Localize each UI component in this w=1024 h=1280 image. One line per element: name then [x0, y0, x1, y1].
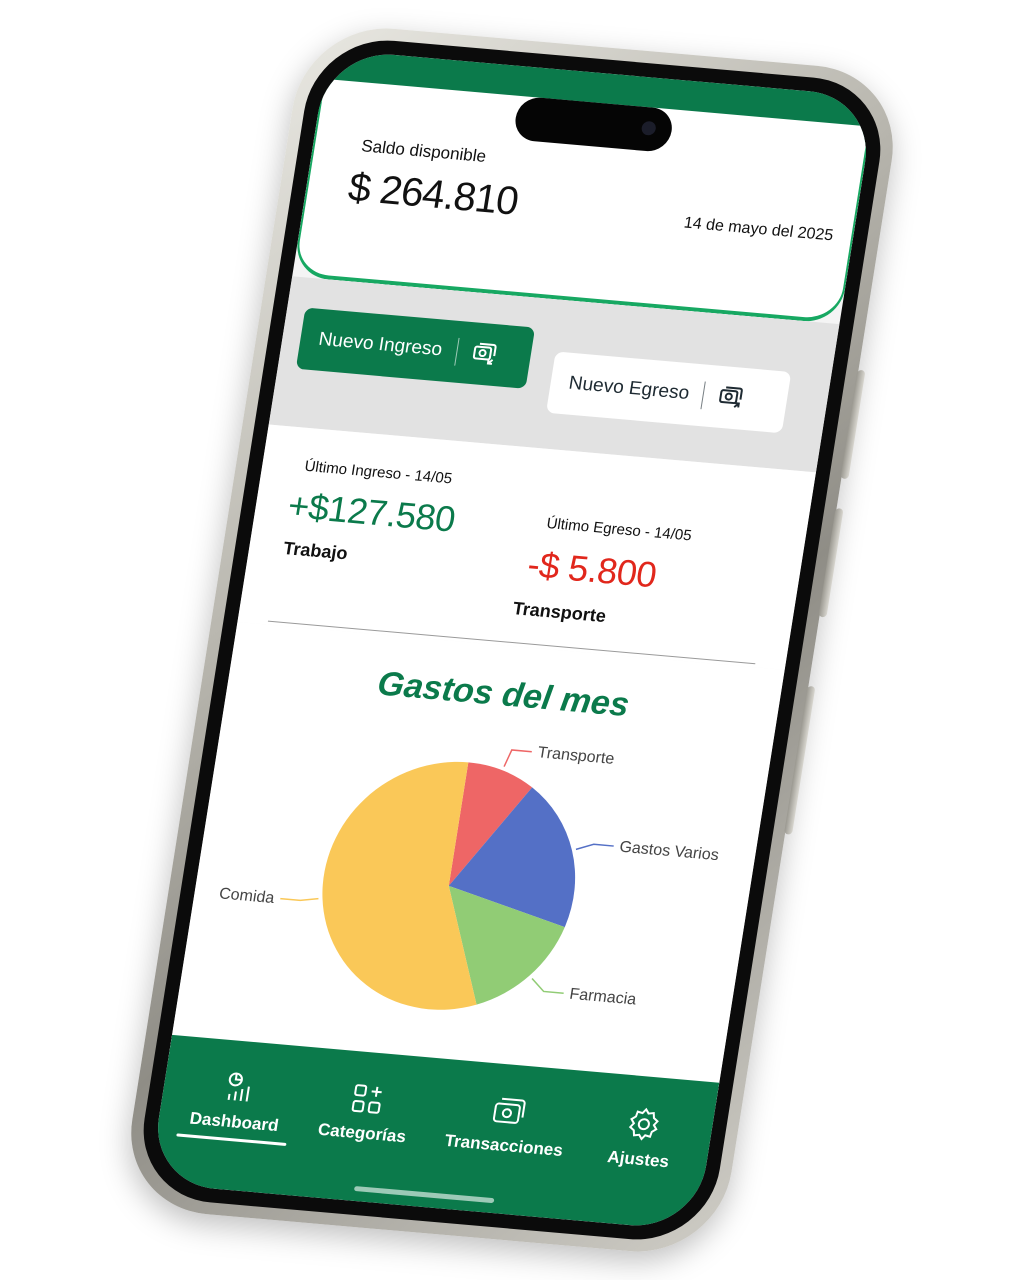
new-expense-button[interactable]: Nuevo Egreso	[545, 351, 792, 434]
camera-icon	[640, 120, 657, 136]
volume-button	[840, 369, 866, 480]
volume-button	[818, 508, 844, 618]
last-income-category: Trabajo	[282, 538, 350, 564]
money-out-icon	[719, 386, 744, 408]
categories-icon	[351, 1084, 382, 1114]
nav-ajustes[interactable]: Ajustes	[587, 1102, 697, 1174]
current-date: 14 de mayo del 2025	[682, 214, 835, 245]
money-in-icon	[472, 342, 497, 365]
nav-transacciones-label: Transacciones	[443, 1130, 565, 1161]
balance-amount: $ 264.810	[345, 165, 521, 224]
app-screen: Saldo disponible $ 264.810 14 de mayo de…	[148, 49, 876, 1231]
last-expense-category: Transporte	[511, 598, 608, 627]
active-tab-indicator	[176, 1133, 287, 1146]
phone-mockup: Saldo disponible $ 264.810 14 de mayo de…	[118, 21, 906, 1259]
dashboard-icon	[227, 1072, 250, 1102]
nav-categorias-label: Categorías	[316, 1119, 408, 1147]
pie-label-line	[575, 843, 614, 851]
button-divider	[700, 381, 707, 410]
last-expense-amount: -$ 5.800	[524, 543, 660, 596]
pie-chart: Transporte Gastos Varios Farmacia Comida	[218, 744, 720, 1010]
chart-section: Gastos del mes Transporte Gastos Varios Fa…	[168, 621, 785, 1105]
nav-dashboard-label: Dashboard	[188, 1108, 281, 1136]
pie-label-line	[503, 749, 532, 767]
pie-label: Transporte	[536, 744, 615, 767]
pie-label: Comida	[218, 885, 276, 907]
nav-transacciones[interactable]: Transacciones	[427, 1088, 586, 1162]
pie-label-line	[531, 978, 564, 994]
new-income-label: Nuevo Ingreso	[317, 328, 444, 361]
transactions-icon	[492, 1097, 526, 1124]
last-income-label: Último Ingreso - 14/05	[303, 457, 454, 488]
new-income-button[interactable]: Nuevo Ingreso	[295, 307, 536, 389]
new-expense-label: Nuevo Egreso	[567, 372, 691, 405]
balance-label: Saldo disponible	[359, 136, 488, 166]
pie-label-line	[280, 897, 319, 902]
pie-label: Gastos Varios	[618, 839, 720, 864]
last-expense-label: Último Egreso - 14/05	[545, 514, 693, 545]
nav-ajustes-label: Ajustes	[606, 1147, 671, 1172]
button-divider	[453, 337, 460, 366]
gear-icon	[628, 1107, 659, 1141]
nav-dashboard[interactable]: Dashboard	[176, 1066, 297, 1146]
home-indicator	[353, 1186, 495, 1204]
pie-label: Farmacia	[568, 986, 637, 1009]
last-income-amount: +$127.580	[285, 484, 459, 540]
nav-categorias[interactable]: Categorías	[305, 1077, 425, 1148]
